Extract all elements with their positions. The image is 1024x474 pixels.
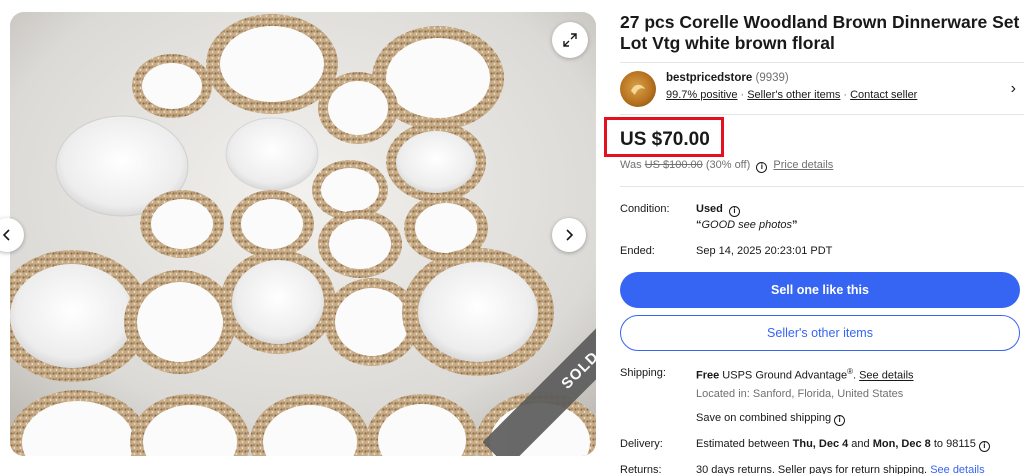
ended-label: Ended: bbox=[620, 245, 655, 257]
was-label: Was bbox=[620, 159, 642, 171]
combined-shipping-text: Save on combined shipping bbox=[696, 412, 832, 424]
condition-value: Used bbox=[696, 203, 723, 215]
chevron-left-icon bbox=[2, 229, 10, 241]
quote-close: ” bbox=[792, 219, 798, 231]
divider bbox=[620, 114, 1024, 115]
shipping-service: USPS Ground Advantage bbox=[719, 369, 848, 382]
seller-links: 99.7% positive · Seller's other items · Cont… bbox=[666, 89, 917, 101]
sellers-other-items-button[interactable]: Seller's other items bbox=[620, 315, 1020, 351]
was-price: US $100.00 bbox=[644, 159, 703, 171]
divider bbox=[620, 62, 1024, 63]
shipping-location: Located in: Sanford, Florida, United Sta… bbox=[696, 388, 904, 400]
listing-title: 27 pcs Corelle Woodland Brown Dinnerware… bbox=[620, 12, 1020, 53]
returns-text: 30 days returns. Seller pays for return … bbox=[696, 464, 931, 474]
delivery-start: Thu, Dec 4 bbox=[792, 438, 849, 450]
chevron-right-icon[interactable]: › bbox=[1011, 80, 1016, 98]
seller-name[interactable]: bestpricedstore bbox=[666, 72, 752, 84]
divider bbox=[620, 186, 1024, 187]
price-details-link[interactable]: Price details bbox=[773, 159, 833, 171]
delivery-label: Delivery: bbox=[620, 438, 663, 450]
info-icon[interactable]: i bbox=[978, 441, 990, 452]
delivery-and: and bbox=[848, 438, 873, 450]
condition-value-line: Used i bbox=[696, 203, 743, 217]
seller-logo-icon bbox=[631, 84, 645, 95]
next-image-button[interactable] bbox=[552, 218, 586, 252]
returns-policy: 30 days returns. Seller pays for return … bbox=[696, 464, 985, 474]
combined-shipping: Save on combined shipping i bbox=[696, 412, 848, 426]
shipping-value: Free USPS Ground Advantage®. See details bbox=[696, 367, 914, 382]
sell-one-like-this-button[interactable]: Sell one like this bbox=[620, 272, 1020, 308]
contact-seller-link[interactable]: Contact seller bbox=[850, 89, 917, 101]
separator: · bbox=[740, 89, 745, 101]
listing-details-panel: 27 pcs Corelle Woodland Brown Dinnerware… bbox=[604, 0, 1024, 474]
seller-other-items-link[interactable]: Seller's other items bbox=[747, 89, 840, 101]
dishes-illustration bbox=[10, 12, 596, 456]
discount-text: (30% off) bbox=[705, 159, 751, 171]
info-icon[interactable]: i bbox=[728, 206, 740, 217]
info-icon[interactable]: i bbox=[834, 415, 846, 426]
seller-positive-link[interactable]: 99.7% positive bbox=[666, 89, 738, 101]
delivery-end: Mon, Dec 8 bbox=[872, 438, 931, 450]
condition-note-text: GOOD see photos bbox=[701, 219, 793, 231]
delivery-prefix: Estimated between bbox=[696, 438, 793, 450]
chevron-right-icon bbox=[566, 229, 574, 241]
shipping-details-link[interactable]: See details bbox=[859, 370, 913, 382]
condition-note: “GOOD see photos” bbox=[696, 219, 798, 231]
expand-image-button[interactable] bbox=[552, 22, 588, 58]
shipping-period: . bbox=[852, 369, 857, 382]
delivery-to: to 98115 bbox=[930, 438, 976, 450]
original-price-line: Was US $100.00 (30% off) i Price details bbox=[620, 159, 833, 173]
returns-label: Returns: bbox=[620, 464, 662, 474]
product-photo[interactable]: SOLD bbox=[10, 12, 596, 456]
ended-value: Sep 14, 2025 20:23:01 PDT bbox=[696, 245, 833, 257]
image-gallery: SOLD bbox=[0, 0, 606, 474]
shipping-label: Shipping: bbox=[620, 367, 666, 379]
delivery-estimate: Estimated between Thu, Dec 4 and Mon, De… bbox=[696, 438, 993, 452]
shipping-free: Free bbox=[696, 369, 720, 382]
seller-avatar[interactable] bbox=[620, 71, 656, 107]
returns-details-link[interactable]: See details bbox=[930, 464, 984, 474]
condition-label: Condition: bbox=[620, 203, 670, 215]
seller-name-line: bestpricedstore (9939) bbox=[666, 72, 789, 84]
current-price: US $70.00 bbox=[620, 129, 710, 150]
expand-icon bbox=[563, 33, 577, 47]
seller-card[interactable]: bestpricedstore (9939) 99.7% positive · Se… bbox=[620, 68, 1024, 112]
separator: · bbox=[843, 89, 848, 101]
info-icon[interactable]: i bbox=[756, 162, 768, 173]
seller-feedback-count: (9939) bbox=[755, 72, 789, 84]
